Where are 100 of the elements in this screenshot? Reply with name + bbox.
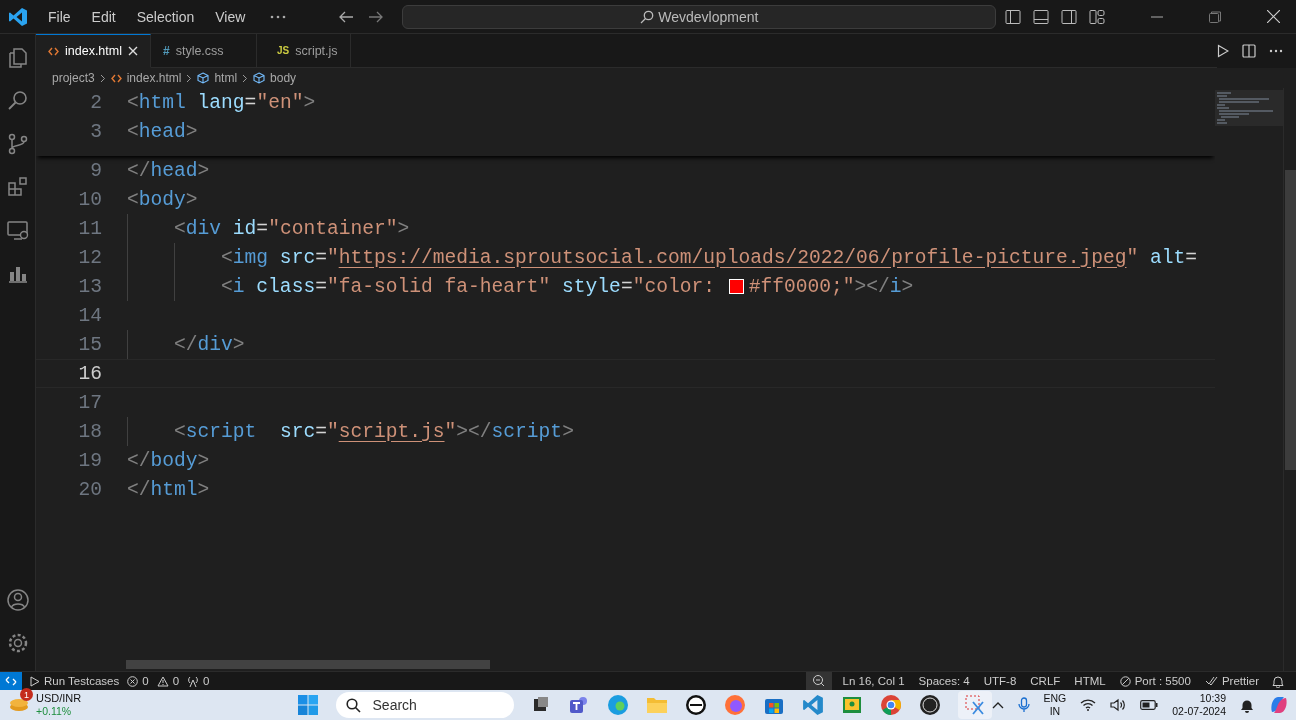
code-token: div xyxy=(197,333,233,356)
restore-icon[interactable] xyxy=(1209,10,1221,23)
editor-tab[interactable]: index.html xyxy=(36,34,151,68)
extensions-icon[interactable] xyxy=(5,175,30,199)
breadcrumb-item[interactable]: index.html xyxy=(126,71,182,85)
chevron-icon xyxy=(186,73,193,83)
chevron-up-icon[interactable] xyxy=(991,701,1004,709)
breadcrumb-item[interactable]: html xyxy=(214,71,238,85)
menu-item[interactable]: View xyxy=(205,8,257,25)
code-token: > xyxy=(197,478,210,501)
forward-arrow-icon[interactable] xyxy=(368,10,385,23)
taskbar-search-field[interactable]: Search xyxy=(335,692,514,718)
more-icon[interactable] xyxy=(1269,49,1283,53)
close-icon[interactable] xyxy=(128,46,138,56)
status-item[interactable]: 0 xyxy=(156,675,180,687)
line-number: 15 xyxy=(77,333,102,356)
circle-logo-icon[interactable] xyxy=(918,694,941,716)
code-token: script xyxy=(491,420,563,443)
code-token: style xyxy=(561,275,621,298)
menu-item[interactable]: Edit xyxy=(81,8,127,25)
editor-tab[interactable]: # style.css xyxy=(151,34,257,68)
chrome-icon[interactable] xyxy=(879,694,902,716)
status-item[interactable]: Ln 16, Col 1 xyxy=(842,675,905,687)
panel-layout-icon[interactable] xyxy=(1033,8,1049,25)
coins-icon xyxy=(10,699,28,711)
code-token: </ xyxy=(127,159,151,182)
code-token: </ xyxy=(127,449,151,472)
code-token: ></ xyxy=(456,420,492,443)
menu-item[interactable]: Selection xyxy=(126,8,206,25)
cube-icon xyxy=(253,72,266,84)
status-item[interactable]: Spaces: 4 xyxy=(918,675,970,687)
code-token: = xyxy=(315,420,327,443)
widget-title: USD/INR xyxy=(36,692,82,705)
code-token: #ff0000;" xyxy=(748,275,855,298)
status-item[interactable]: Prettier xyxy=(1204,675,1259,687)
code-token: > xyxy=(397,217,410,240)
classroom-icon[interactable] xyxy=(840,694,863,716)
line-number: 17 xyxy=(77,391,102,414)
circle-logo-icon[interactable] xyxy=(684,694,707,716)
status-item[interactable]: Run Testcases xyxy=(30,675,120,687)
battery-icon[interactable] xyxy=(1140,700,1159,710)
back-arrow-icon[interactable] xyxy=(338,10,355,23)
file-type-icon: # xyxy=(163,43,170,58)
menu-item[interactable]: File xyxy=(38,8,82,25)
code-token: "color: xyxy=(632,275,716,298)
status-item[interactable]: 0 xyxy=(187,675,210,687)
file-type-icon: JS xyxy=(277,45,290,56)
zoom-out-icon[interactable] xyxy=(805,672,832,690)
browser-fox-icon[interactable] xyxy=(723,694,746,716)
windows-start-icon[interactable] xyxy=(296,694,319,716)
run-icon[interactable] xyxy=(1217,44,1229,58)
breadcrumb-item[interactable]: body xyxy=(270,71,297,85)
vscode-logo-icon[interactable] xyxy=(8,6,28,27)
status-item[interactable]: 0 xyxy=(127,675,149,687)
layout-icon[interactable] xyxy=(1089,8,1105,25)
code-token: </ xyxy=(127,478,151,501)
chevron-icon xyxy=(242,73,249,83)
close-icon[interactable] xyxy=(1267,10,1280,23)
chevron-icon xyxy=(99,73,106,83)
code-token: "en" xyxy=(256,91,304,114)
status-item[interactable]: UTF-8 xyxy=(983,675,1017,687)
double-check-icon xyxy=(1204,676,1218,686)
wifi-icon[interactable] xyxy=(1080,699,1097,711)
color-swatch[interactable] xyxy=(728,279,744,294)
code-token: = xyxy=(315,246,327,269)
breadcrumb-item[interactable]: project3 xyxy=(52,71,95,85)
account-icon[interactable] xyxy=(5,588,30,612)
clock[interactable]: 10:39 02-07-2024 xyxy=(1172,692,1226,718)
code-token: > xyxy=(197,159,210,182)
status-item[interactable]: Port : 5500 xyxy=(1119,675,1191,687)
code-token: < xyxy=(220,246,233,269)
microphone-icon[interactable] xyxy=(1017,697,1030,713)
tab-label: index.html xyxy=(65,44,122,58)
code-token: script xyxy=(185,420,257,443)
status-item[interactable]: HTML xyxy=(1074,675,1106,687)
split-editor-icon[interactable] xyxy=(1242,44,1256,58)
sidebar-layout-icon[interactable] xyxy=(1005,8,1021,25)
speaker-icon[interactable] xyxy=(1110,698,1127,712)
teams-icon[interactable] xyxy=(567,694,590,716)
remote-button[interactable] xyxy=(0,672,22,690)
line-number: 12 xyxy=(77,246,102,269)
copilot-icon[interactable] xyxy=(1268,694,1290,716)
code-token: "fa-solid fa-heart" xyxy=(326,275,551,298)
code-token: lang xyxy=(196,91,245,114)
secondary-sidebar-icon[interactable] xyxy=(1061,8,1077,25)
language-indicator[interactable]: ENG IN xyxy=(1043,692,1067,718)
snipping-tool-icon[interactable] xyxy=(963,694,986,716)
vertical-scrollbar[interactable] xyxy=(1285,170,1296,470)
code-token: = xyxy=(315,275,327,298)
code-token: < xyxy=(127,188,139,211)
code-token: alt xyxy=(1149,246,1186,269)
command-center[interactable]: Wevdevlopment xyxy=(402,4,997,29)
editor-tab[interactable]: JS script.js xyxy=(257,34,351,68)
bell-icon[interactable] xyxy=(1272,674,1284,688)
horizontal-scrollbar[interactable] xyxy=(126,660,490,669)
code-token: </ xyxy=(173,333,198,356)
status-item[interactable]: CRLF xyxy=(1030,675,1061,687)
remote-explorer-icon[interactable] xyxy=(5,218,30,242)
more-icon[interactable] xyxy=(270,14,287,19)
code-token: ></ xyxy=(854,275,890,298)
